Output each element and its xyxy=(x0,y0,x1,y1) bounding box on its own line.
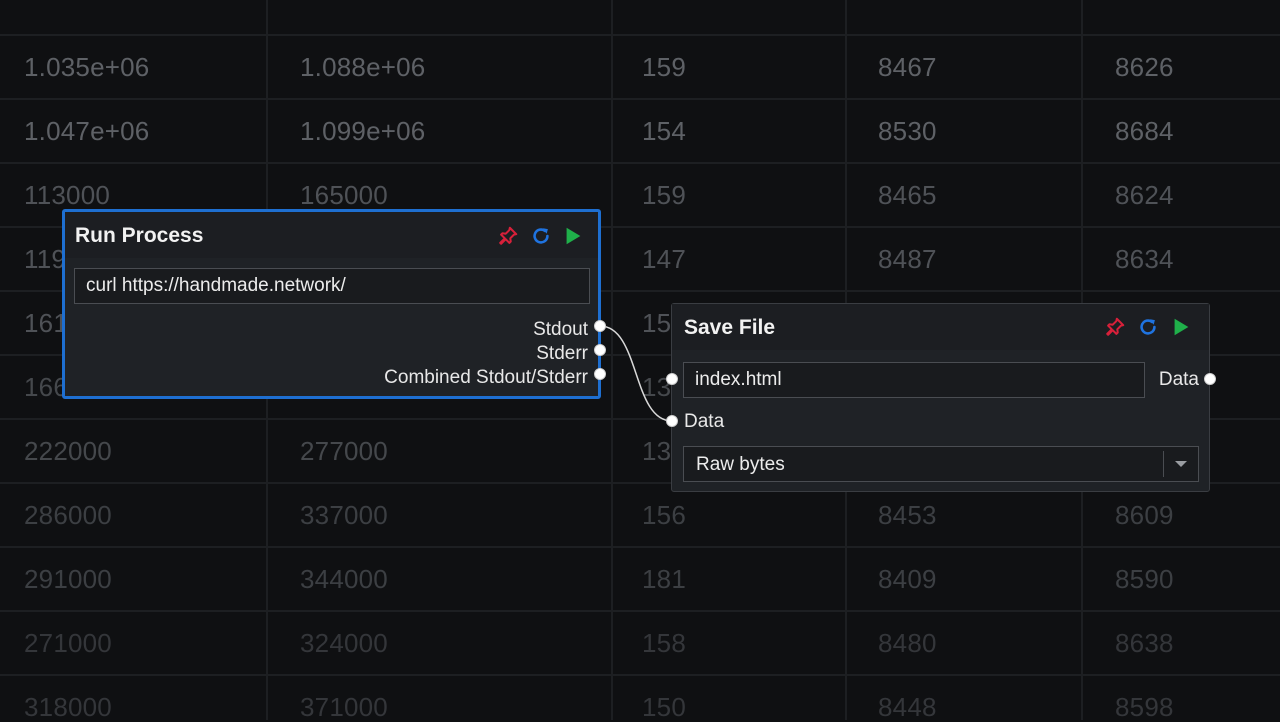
combined-output-label: Combined Stdout/Stderr xyxy=(384,367,588,388)
table-cell: 159 xyxy=(642,180,686,210)
table-cell: 318000 xyxy=(24,692,112,722)
table-cell: 271000 xyxy=(24,628,112,658)
table-cell: 8467 xyxy=(878,52,937,82)
stderr-output-port[interactable] xyxy=(594,344,606,356)
table-cell: 156 xyxy=(642,500,686,530)
data-output-label: Data xyxy=(1158,369,1199,390)
select-divider xyxy=(1163,451,1164,477)
grid-row-divider xyxy=(0,34,1280,36)
grid-row-divider xyxy=(0,546,1280,548)
table-cell: 13 xyxy=(642,436,672,466)
table-cell: 1.088e+06 xyxy=(300,52,426,82)
table-cell: 181 xyxy=(642,564,686,594)
play-icon[interactable] xyxy=(560,223,586,249)
grid-row-divider xyxy=(0,674,1280,676)
refresh-icon[interactable] xyxy=(1135,314,1161,340)
table-cell: 8465 xyxy=(878,180,937,210)
table-cell: 8598 xyxy=(1115,692,1174,722)
data-input-port[interactable] xyxy=(666,415,678,427)
grid-column-divider xyxy=(611,0,613,720)
table-cell: 291000 xyxy=(24,564,112,594)
play-icon[interactable] xyxy=(1168,314,1194,340)
combined-output-port[interactable] xyxy=(594,368,606,380)
grid-row-divider xyxy=(0,162,1280,164)
table-cell: 8487 xyxy=(878,244,937,274)
command-input[interactable]: curl https://handmade.network/ xyxy=(74,268,590,304)
table-cell: 8634 xyxy=(1115,244,1174,274)
table-cell: 8624 xyxy=(1115,180,1174,210)
table-cell: 1.099e+06 xyxy=(300,116,426,146)
table-cell: 8480 xyxy=(878,628,937,658)
pin-icon[interactable] xyxy=(495,223,521,249)
table-cell: 8626 xyxy=(1115,52,1174,82)
table-cell: 286000 xyxy=(24,500,112,530)
node-title: Run Process xyxy=(75,224,204,247)
node-title: Save File xyxy=(684,316,776,339)
table-cell: 8590 xyxy=(1115,564,1174,594)
table-cell: 1.035e+06 xyxy=(24,52,150,82)
table-cell: 8453 xyxy=(878,500,937,530)
stderr-output-label: Stderr xyxy=(536,343,588,364)
filename-input-port[interactable] xyxy=(666,373,678,385)
run-process-node[interactable]: Run Process curl https://handmade.networ… xyxy=(62,209,601,399)
stdout-output-label: Stdout xyxy=(533,319,588,340)
table-cell: 1.047e+06 xyxy=(24,116,150,146)
table-cell: 8609 xyxy=(1115,500,1174,530)
table-cell: 222000 xyxy=(24,436,112,466)
table-cell: 8684 xyxy=(1115,116,1174,146)
save-file-node[interactable]: Save File index.html Data Data Raw bytes xyxy=(671,303,1210,492)
table-cell: 344000 xyxy=(300,564,388,594)
pin-icon[interactable] xyxy=(1102,314,1128,340)
table-cell: 158 xyxy=(642,628,686,658)
table-cell: 8409 xyxy=(878,564,937,594)
grid-row-divider xyxy=(0,98,1280,100)
table-cell: 147 xyxy=(642,244,686,274)
table-cell: 165000 xyxy=(300,180,388,210)
table-cell: 113000 xyxy=(24,180,111,210)
filename-input[interactable]: index.html xyxy=(683,362,1145,398)
table-cell: 277000 xyxy=(300,436,388,466)
table-cell: 154 xyxy=(642,116,686,146)
table-cell: 8530 xyxy=(878,116,937,146)
table-cell: 337000 xyxy=(300,500,388,530)
stdout-output-port[interactable] xyxy=(594,320,606,332)
chevron-down-icon[interactable] xyxy=(1175,461,1187,467)
table-cell: 150 xyxy=(642,692,686,722)
grid-row-divider xyxy=(0,610,1280,612)
table-cell: 159 xyxy=(642,52,686,82)
table-cell: 8638 xyxy=(1115,628,1174,658)
format-select-value: Raw bytes xyxy=(696,454,785,475)
table-cell: 324000 xyxy=(300,628,388,658)
refresh-icon[interactable] xyxy=(528,223,554,249)
format-select[interactable]: Raw bytes xyxy=(683,446,1199,482)
data-input-label: Data xyxy=(684,411,725,432)
table-cell: 8448 xyxy=(878,692,937,722)
table-cell: 371000 xyxy=(300,692,388,722)
data-output-port[interactable] xyxy=(1204,373,1216,385)
table-cell: 119 xyxy=(24,244,67,274)
